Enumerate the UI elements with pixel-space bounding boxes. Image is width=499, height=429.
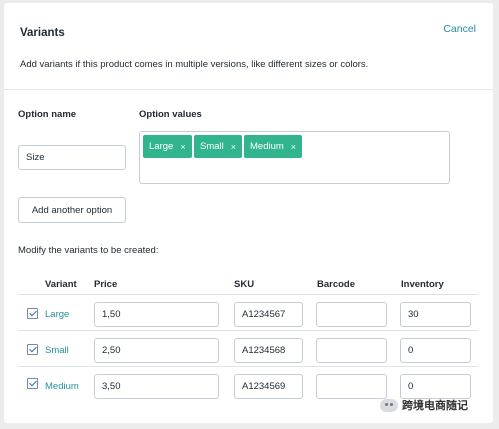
card-header: Variants Cancel Add variants if this pro… bbox=[4, 3, 493, 90]
barcode-input[interactable] bbox=[316, 302, 387, 327]
option-values-label: Option values bbox=[139, 109, 202, 120]
variant-checkbox[interactable] bbox=[27, 308, 38, 319]
option-value-tag: Large × bbox=[143, 135, 192, 158]
price-input[interactable]: 2,50 bbox=[94, 338, 219, 363]
column-header-sku: SKU bbox=[234, 279, 255, 290]
table-row: Large 1,50 A1234567 30 bbox=[18, 294, 478, 330]
column-header-price: Price bbox=[94, 279, 118, 290]
card-title: Variants bbox=[20, 27, 65, 39]
remove-tag-icon[interactable]: × bbox=[291, 142, 296, 152]
column-header-variant: Variant bbox=[45, 279, 77, 290]
option-value-label: Medium bbox=[250, 141, 284, 152]
option-value-label: Small bbox=[200, 141, 224, 152]
watermark-text: 跨境电商随记 bbox=[402, 400, 468, 412]
inventory-input[interactable]: 0 bbox=[400, 338, 471, 363]
option-value-tag: Small × bbox=[194, 135, 243, 158]
price-input[interactable]: 1,50 bbox=[94, 302, 219, 327]
variant-checkbox[interactable] bbox=[27, 344, 38, 355]
column-header-inventory: Inventory bbox=[401, 279, 444, 290]
watermark: 跨境电商随记 bbox=[380, 397, 468, 413]
variants-card: Variants Cancel Add variants if this pro… bbox=[4, 3, 493, 423]
option-values-input[interactable]: Large × Small × Medium × bbox=[139, 131, 450, 184]
inventory-input[interactable]: 0 bbox=[400, 374, 471, 399]
sku-input[interactable]: A1234567 bbox=[234, 302, 303, 327]
table-row: Small 2,50 A1234568 0 bbox=[18, 330, 478, 366]
variants-intro: Modify the variants to be created: bbox=[18, 245, 159, 256]
option-name-label: Option name bbox=[18, 109, 77, 120]
option-value-label: Large bbox=[149, 141, 174, 152]
inventory-input[interactable]: 30 bbox=[400, 302, 471, 327]
column-header-barcode: Barcode bbox=[317, 279, 356, 290]
add-another-option-button[interactable]: Add another option bbox=[18, 197, 126, 223]
variants-description: Add variants if this product comes in mu… bbox=[20, 59, 369, 70]
variant-name: Large bbox=[45, 309, 70, 320]
variant-name: Small bbox=[45, 345, 69, 356]
remove-tag-icon[interactable]: × bbox=[180, 142, 185, 152]
sku-input[interactable]: A1234569 bbox=[234, 374, 303, 399]
option-value-tag: Medium × bbox=[244, 135, 303, 158]
remove-tag-icon[interactable]: × bbox=[231, 142, 236, 152]
sku-input[interactable]: A1234568 bbox=[234, 338, 303, 363]
price-input[interactable]: 3,50 bbox=[94, 374, 219, 399]
variant-checkbox[interactable] bbox=[27, 378, 38, 389]
variant-name: Medium bbox=[45, 381, 79, 392]
wechat-icon bbox=[380, 398, 398, 412]
barcode-input[interactable] bbox=[316, 338, 387, 363]
option-name-input[interactable]: Size bbox=[18, 145, 126, 170]
barcode-input[interactable] bbox=[316, 374, 387, 399]
cancel-link[interactable]: Cancel bbox=[443, 23, 476, 35]
